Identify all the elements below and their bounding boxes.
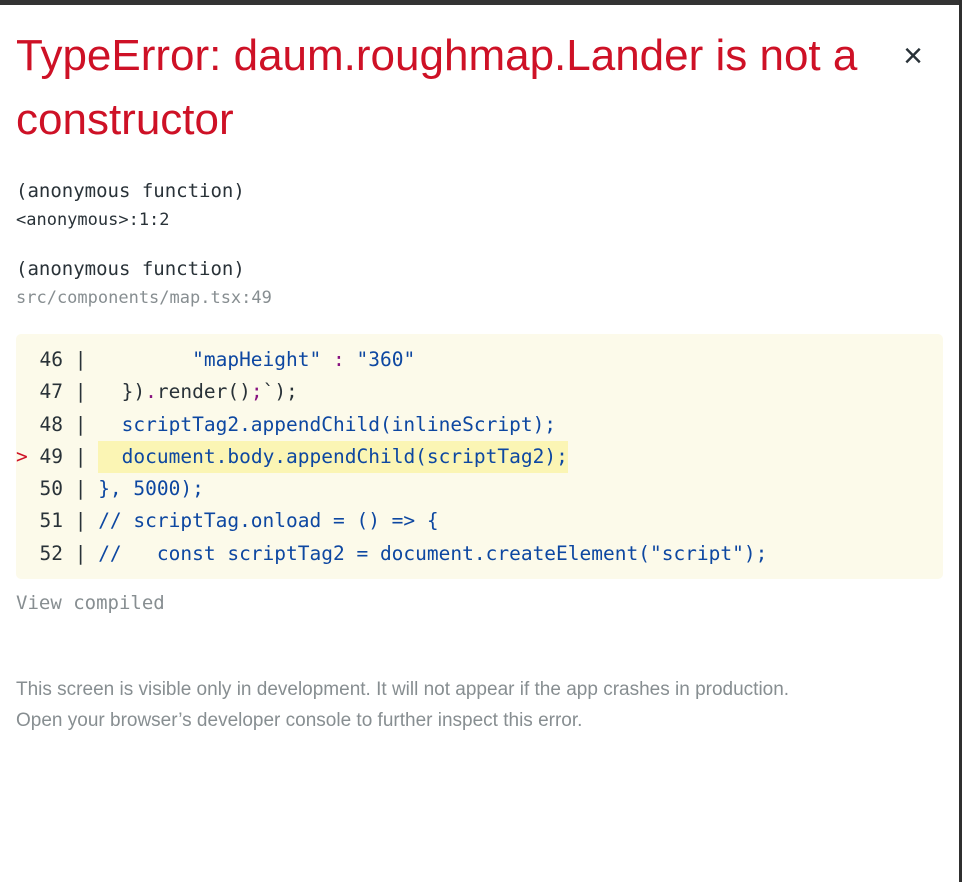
code-token: . bbox=[145, 380, 157, 404]
code-text: "mapHeight" : "360" bbox=[98, 344, 415, 376]
code-line: 47 | }).render();`); bbox=[16, 376, 943, 408]
line-number: 50 | bbox=[16, 477, 99, 501]
code-text: // const scriptTag2 = document.createEle… bbox=[98, 538, 767, 570]
close-icon[interactable]: × bbox=[898, 36, 928, 76]
code-line: 48 | scriptTag2.appendChild(inlineScript… bbox=[16, 409, 943, 441]
overlay-top-border bbox=[0, 0, 962, 5]
stack-frame-function: (anonymous function) bbox=[16, 258, 245, 280]
code-token: scriptTag2.appendChild(inlineScript); bbox=[98, 412, 557, 436]
code-token: document.body.appendChild(scriptTag2); bbox=[98, 444, 568, 468]
dev-notice-line: Open your browser’s developer console to… bbox=[16, 710, 583, 731]
line-number: 51 | bbox=[16, 509, 99, 533]
code-line: 52 | // const scriptTag2 = document.crea… bbox=[16, 538, 943, 570]
code-text: }, 5000); bbox=[98, 473, 204, 505]
code-line: 51 | // scriptTag.onload = () => { bbox=[16, 505, 943, 537]
error-title: TypeError: daum.roughmap.Lander is not a… bbox=[16, 31, 858, 144]
code-line-highlighted: > 49 | document.body.appendChild(scriptT… bbox=[16, 440, 943, 474]
dev-notice: This screen is visible only in developme… bbox=[16, 674, 936, 736]
stack-frame-function: (anonymous function) bbox=[16, 180, 245, 202]
line-number: 46 | bbox=[16, 348, 99, 371]
code-token: "mapHeight" bbox=[192, 348, 322, 371]
line-number: 47 | bbox=[16, 380, 99, 404]
code-token: // const scriptTag2 = document.createEle… bbox=[98, 541, 768, 565]
code-token: ; bbox=[250, 380, 263, 404]
code-line: 46 | "mapHeight" : "360" bbox=[16, 344, 943, 376]
code-line: 50 | }, 5000); bbox=[16, 473, 943, 505]
code-text: // scriptTag.onload = () => { bbox=[98, 505, 438, 537]
code-token: // scriptTag.onload = () => { bbox=[98, 509, 439, 533]
code-token: render() bbox=[156, 380, 251, 404]
code-snippet: 46 | "mapHeight" : "360" 47 | }).render(… bbox=[16, 334, 943, 579]
stack-frame: (anonymous function) <anonymous>:1:2 bbox=[16, 180, 245, 230]
stack-frame-location: src/components/map.tsx:49 bbox=[16, 288, 272, 308]
view-compiled-link[interactable]: View compiled bbox=[16, 592, 165, 614]
stack-frame: (anonymous function) src/components/map.… bbox=[16, 258, 272, 308]
current-line-arrow: > bbox=[16, 444, 28, 468]
line-number: 52 | bbox=[16, 541, 99, 565]
code-token: }) bbox=[98, 380, 146, 404]
stack-frame-location: <anonymous>:1:2 bbox=[16, 210, 170, 230]
line-number: > 49 | bbox=[16, 444, 99, 468]
dev-notice-line: This screen is visible only in developme… bbox=[16, 679, 790, 700]
code-text: }).render();`); bbox=[98, 376, 298, 408]
code-token: }, 5000); bbox=[98, 477, 204, 501]
line-number: 48 | bbox=[16, 412, 99, 436]
code-text: document.body.appendChild(scriptTag2); bbox=[98, 440, 568, 474]
code-text: scriptTag2.appendChild(inlineScript); bbox=[98, 409, 556, 441]
code-token: "360" bbox=[356, 348, 416, 371]
code-token: `); bbox=[262, 380, 298, 404]
code-token: : bbox=[333, 348, 345, 371]
